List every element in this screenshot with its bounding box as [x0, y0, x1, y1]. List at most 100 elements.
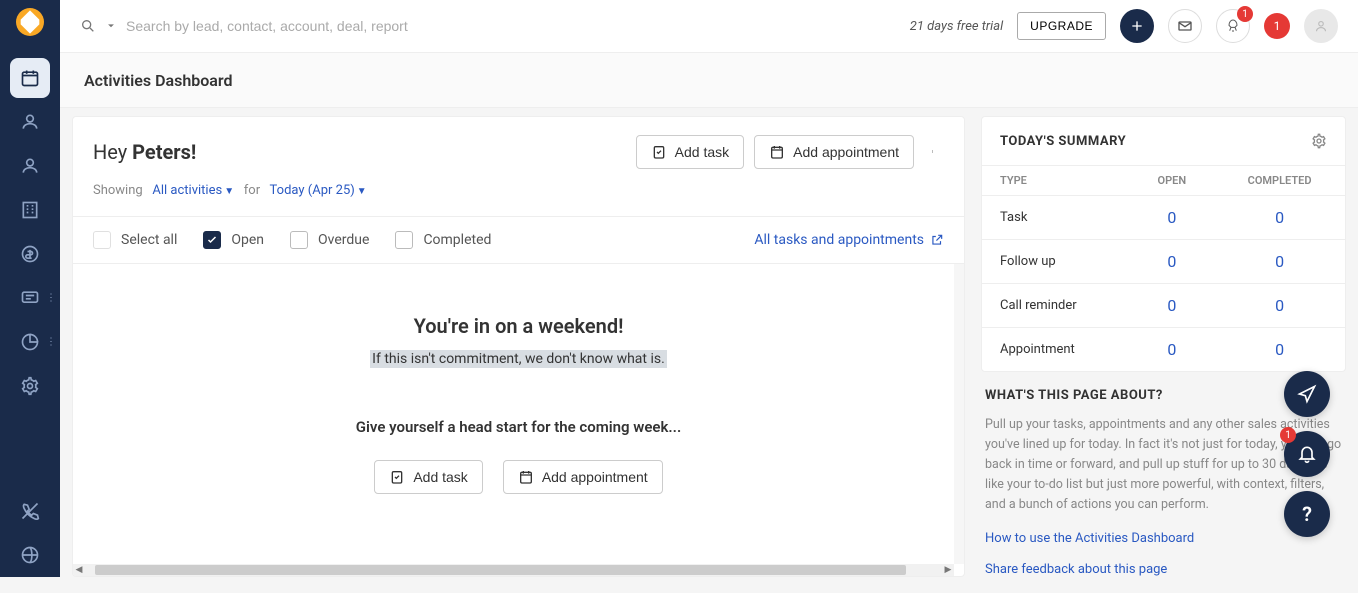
add-appointment-button[interactable]: Add appointment: [754, 135, 914, 169]
topbar: 21 days free trial UPGRADE 1 1: [60, 0, 1358, 52]
checkbox-box: [93, 231, 111, 249]
notification-count[interactable]: 1: [1264, 13, 1290, 39]
greeting-prefix: Hey: [93, 140, 132, 164]
checkbox-select-all[interactable]: Select all: [93, 231, 177, 249]
upgrade-button[interactable]: UPGRADE: [1017, 12, 1106, 40]
greeting-actions: Add task Add appointment: [636, 135, 944, 169]
kebab-icon: [932, 144, 936, 160]
sidebar-item-deals[interactable]: [10, 234, 50, 274]
cell-open[interactable]: 0: [1130, 328, 1215, 372]
filter-row: Showing All activities▼ for Today (Apr 2…: [73, 179, 964, 217]
filter-for: for: [244, 183, 260, 198]
rocket-button[interactable]: 1: [1216, 9, 1250, 43]
about-link-howto[interactable]: How to use the Activities Dashboard: [985, 531, 1342, 546]
sidebar-item-phone[interactable]: [10, 491, 50, 531]
checkbox-box-checked: [203, 231, 221, 249]
rocket-icon: [1225, 18, 1241, 34]
summary-title: TODAY'S SUMMARY: [1000, 134, 1126, 149]
scroll-right-arrow[interactable]: ▶: [942, 565, 954, 575]
cell-completed[interactable]: 0: [1214, 328, 1345, 372]
mail-icon: [1177, 18, 1193, 34]
cell-type: Task: [982, 196, 1130, 240]
page-title: Activities Dashboard: [84, 71, 233, 90]
more-menu[interactable]: [924, 144, 944, 160]
mail-button[interactable]: [1168, 9, 1202, 43]
search-input[interactable]: [126, 18, 526, 34]
search-icon[interactable]: [80, 18, 96, 34]
empty-state: You're in on a weekend! If this isn't co…: [73, 264, 964, 576]
col-completed: COMPLETED: [1214, 166, 1345, 196]
float-send-button[interactable]: [1284, 371, 1330, 417]
checkbox-overdue[interactable]: Overdue: [290, 231, 369, 249]
trial-text: 21 days free trial: [910, 19, 1003, 34]
user-icon: [1312, 17, 1330, 35]
scroll-thumb[interactable]: [95, 565, 906, 575]
main-panel: Hey Peters! Add task Add appointment Sho…: [72, 116, 965, 577]
sidebar-item-accounts[interactable]: [10, 190, 50, 230]
float-notifications-button[interactable]: 1: [1284, 431, 1330, 477]
send-icon: [1297, 384, 1317, 404]
table-row: Follow up 0 0: [982, 240, 1345, 284]
checkbox-label: Select all: [121, 232, 177, 248]
float-help-button[interactable]: ?: [1284, 491, 1330, 537]
cell-open[interactable]: 0: [1130, 284, 1215, 328]
about-link-feedback[interactable]: Share feedback about this page: [985, 562, 1342, 577]
calendar-icon: [769, 144, 785, 160]
empty-add-appointment-button[interactable]: Add appointment: [503, 460, 663, 494]
cell-completed[interactable]: 0: [1214, 196, 1345, 240]
cell-completed[interactable]: 0: [1214, 284, 1345, 328]
add-button[interactable]: [1120, 9, 1154, 43]
scroll-left-arrow[interactable]: ◀: [73, 565, 85, 575]
sidebar-item-explore[interactable]: [10, 535, 50, 575]
greeting-name: Peters!: [132, 140, 196, 164]
checkbox-label: Completed: [423, 232, 491, 248]
task-icon: [389, 469, 405, 485]
empty-add-task-button[interactable]: Add task: [374, 460, 482, 494]
sidebar-logo[interactable]: [16, 8, 44, 36]
page-header: Activities Dashboard: [60, 52, 1358, 108]
sidebar: ⋮ ⋮: [0, 0, 60, 577]
search-wrap: [80, 18, 526, 34]
sidebar-item-contacts[interactable]: [10, 102, 50, 142]
checkbox-box: [395, 231, 413, 249]
search-dropdown-icon[interactable]: [106, 21, 116, 31]
summary-table: TYPE OPEN COMPLETED Task 0 0 Follow up 0…: [982, 165, 1345, 371]
filter-activities-label: All activities: [152, 183, 222, 198]
empty-heading: Give yourself a head start for the comin…: [73, 418, 964, 436]
cell-completed[interactable]: 0: [1214, 240, 1345, 284]
sidebar-more-indicator: ⋮: [46, 297, 56, 300]
checkbox-completed[interactable]: Completed: [395, 231, 491, 249]
caret-down-icon: ▼: [357, 186, 367, 197]
checkbox-box: [290, 231, 308, 249]
avatar[interactable]: [1304, 9, 1338, 43]
topbar-right: 21 days free trial UPGRADE 1 1: [910, 9, 1338, 43]
sidebar-item-reports[interactable]: ⋮: [10, 322, 50, 362]
empty-add-appointment-label: Add appointment: [542, 469, 648, 485]
cell-open[interactable]: 0: [1130, 196, 1215, 240]
checkbox-label: Overdue: [318, 232, 369, 248]
all-tasks-link[interactable]: All tasks and appointments: [754, 232, 944, 248]
add-task-label: Add task: [675, 144, 729, 160]
col-open: OPEN: [1130, 166, 1215, 196]
checkbox-row: Select all Open Overdue Completed All ta…: [73, 217, 964, 264]
sidebar-item-leads[interactable]: [10, 146, 50, 186]
filter-activities-dropdown[interactable]: All activities▼: [152, 183, 234, 198]
horizontal-scrollbar[interactable]: ◀ ▶: [73, 564, 954, 576]
filter-date-dropdown[interactable]: Today (Apr 25)▼: [270, 183, 367, 198]
sidebar-item-conversations[interactable]: ⋮: [10, 278, 50, 318]
cell-type: Call reminder: [982, 284, 1130, 328]
sidebar-item-settings[interactable]: [10, 366, 50, 406]
add-appointment-label: Add appointment: [793, 144, 899, 160]
checkbox-label: Open: [231, 232, 264, 248]
gear-icon[interactable]: [1311, 133, 1327, 149]
bell-badge: 1: [1280, 427, 1296, 443]
calendar-icon: [518, 469, 534, 485]
cell-open[interactable]: 0: [1130, 240, 1215, 284]
summary-card: TODAY'S SUMMARY TYPE OPEN COMPLETED Task…: [981, 116, 1346, 372]
sidebar-item-activities[interactable]: [10, 58, 50, 98]
vertical-scrollbar[interactable]: [954, 264, 964, 564]
bell-icon: [1297, 444, 1317, 464]
checkbox-open[interactable]: Open: [203, 231, 264, 249]
add-task-button[interactable]: Add task: [636, 135, 744, 169]
empty-title: You're in on a weekend!: [73, 314, 964, 338]
